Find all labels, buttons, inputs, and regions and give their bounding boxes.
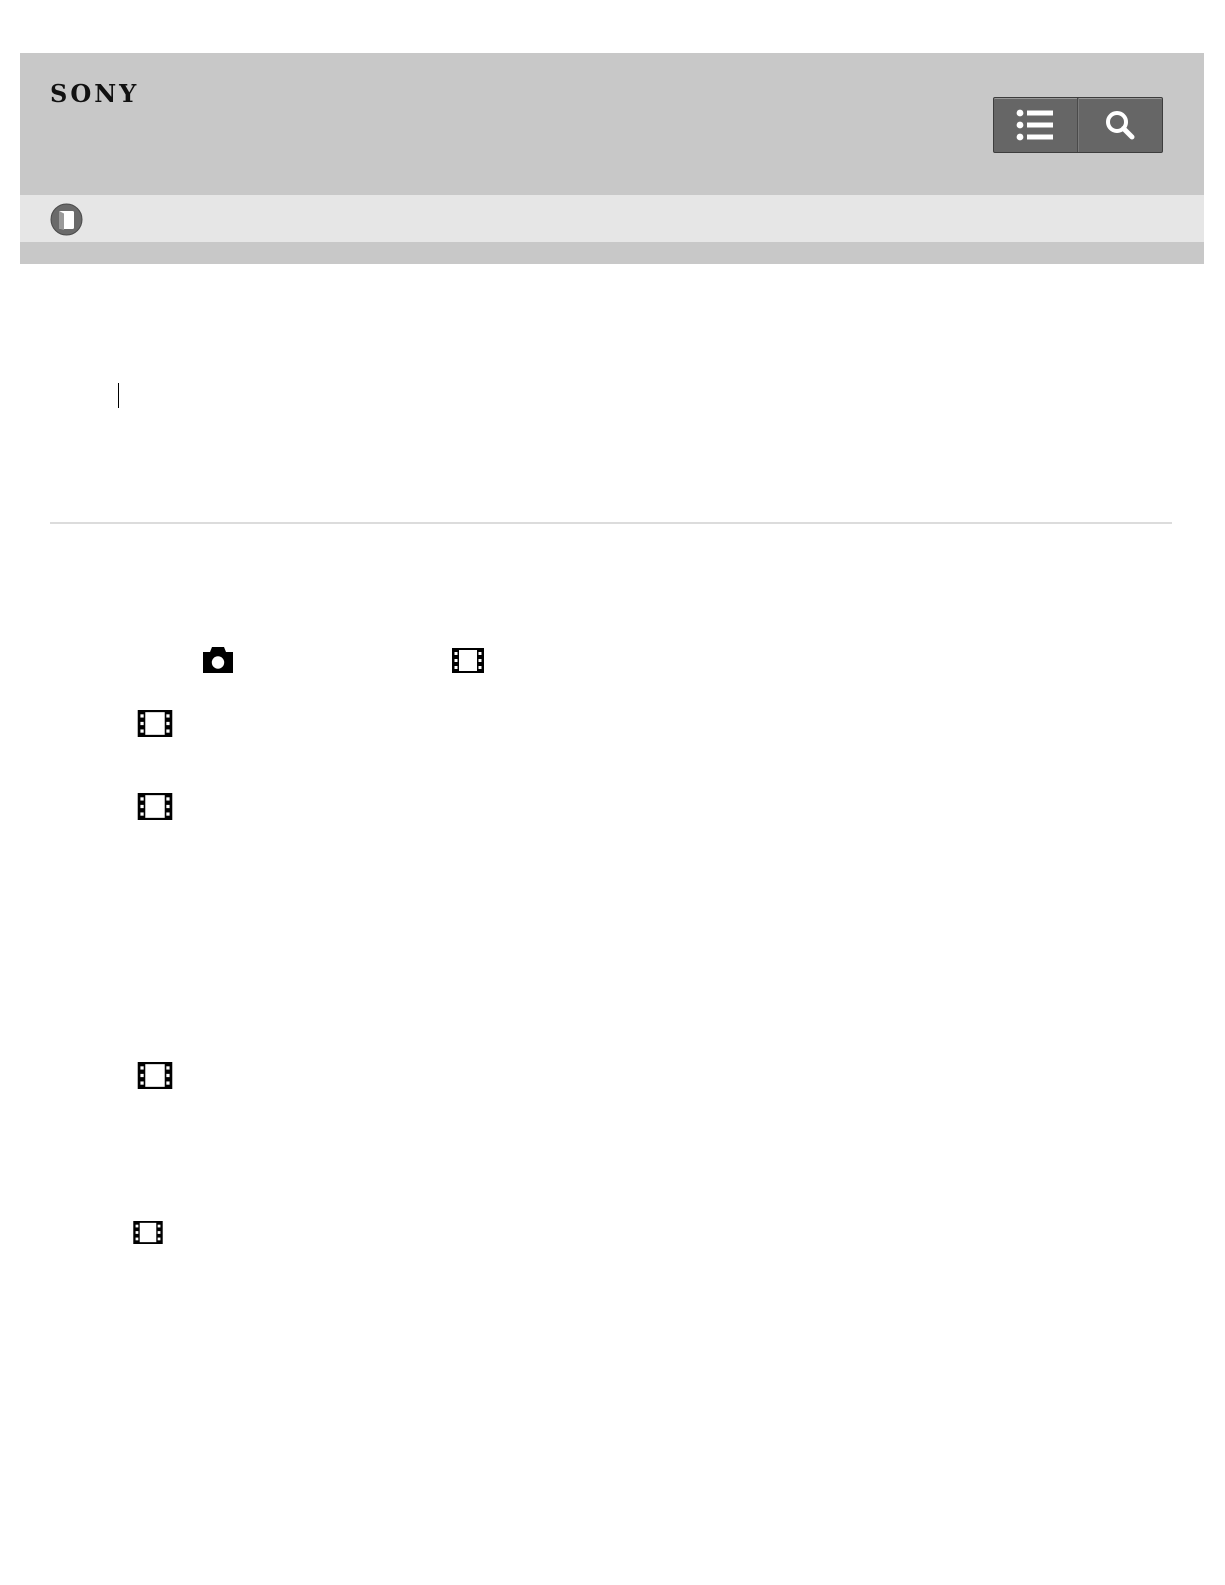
movie-icon <box>137 1062 173 1089</box>
divider <box>50 522 1172 524</box>
search-icon <box>1106 111 1135 140</box>
sony-logo: SONY <box>50 79 140 108</box>
book-icon[interactable] <box>50 203 83 236</box>
movie-icon <box>452 648 484 673</box>
movie-icon <box>137 710 173 737</box>
text-caret <box>118 383 119 408</box>
page-header: SONY <box>20 53 1204 195</box>
list-icon <box>1016 109 1053 141</box>
book-bar <box>20 195 1204 242</box>
search-button[interactable] <box>1077 98 1163 152</box>
contents-list-button[interactable] <box>994 98 1078 152</box>
header-bottom-strip <box>20 242 1204 264</box>
movie-icon <box>133 1221 163 1244</box>
header-button-group <box>993 97 1163 153</box>
movie-icon <box>137 793 173 820</box>
still-camera-icon <box>203 647 233 673</box>
